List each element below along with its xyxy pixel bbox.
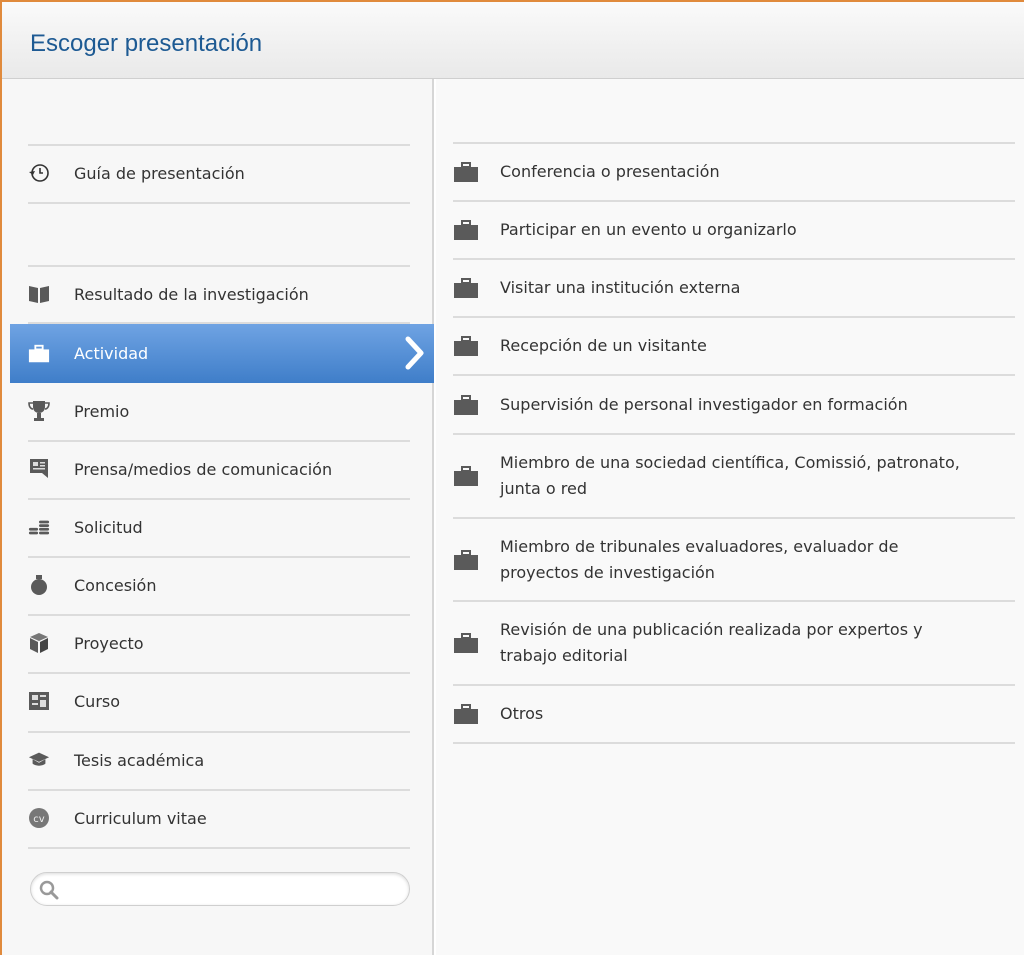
left-item-label: Curriculum vitae [74,808,207,828]
right-item-label: Miembro de una sociedad científica, Comi… [500,453,960,498]
briefcase-icon [453,335,479,357]
left-item-prensa[interactable]: Prensa/medios de comunicación [10,441,432,497]
briefcase-icon [453,394,479,416]
course-icon [28,690,50,712]
cube-icon [28,632,50,654]
book-icon [28,283,50,305]
right-item-label: Otros [500,704,544,723]
divider [28,202,410,204]
coins-icon [28,516,50,538]
right-item-supervision[interactable]: Supervisión de personal investigador en … [453,376,1015,435]
guide-item[interactable]: Guía de presentación [10,145,432,201]
right-item-tribunales[interactable]: Miembro de tribunales evaluadores, evalu… [453,519,1015,602]
svg-text:cv: cv [33,814,44,825]
right-item-evento[interactable]: Participar en un evento u organizarlo [453,202,1015,260]
left-item-label: Actividad [74,344,149,363]
search-input[interactable] [65,877,399,903]
cv-icon: cv [28,807,50,829]
money-bag-icon [28,574,50,596]
press-icon [28,458,50,480]
right-item-conferencia[interactable]: Conferencia o presentación [453,144,1015,202]
left-item-label: Curso [74,691,121,711]
left-item-concesion[interactable]: Concesión [10,557,432,613]
dialog-title: Escoger presentación [30,30,263,57]
chevron-right-icon [404,336,426,374]
trophy-icon [28,400,50,422]
graduation-cap-icon [28,749,50,771]
left-item-label: Solicitud [74,517,143,537]
left-item-curriculum[interactable]: cv Curriculum vitae [10,790,432,846]
left-item-proyecto[interactable]: Proyecto [10,615,432,671]
briefcase-icon [453,219,479,241]
briefcase-icon [453,161,479,183]
dialog-header: Escoger presentación [2,2,1024,79]
right-item-label: Miembro de tribunales evaluadores, evalu… [500,536,899,582]
left-item-curso[interactable]: Curso [10,673,432,729]
briefcase-icon [453,632,479,654]
briefcase-icon [453,549,479,571]
left-item-solicitud[interactable]: Solicitud [10,499,432,555]
divider [28,847,410,849]
briefcase-icon [453,465,479,487]
briefcase-icon [453,703,479,725]
right-item-revision[interactable]: Revisión de una publicación realizada po… [453,602,1015,686]
right-item-sociedad[interactable]: Miembro de una sociedad científica, Comi… [453,435,1015,519]
right-item-label: Visitar una institución externa [500,278,741,297]
left-item-label: Prensa/medios de comunicación [74,459,333,479]
history-icon [28,162,50,184]
right-item-otros[interactable]: Otros [453,686,1015,744]
right-item-visitar[interactable]: Visitar una institución externa [453,260,1015,318]
left-item-label: Premio [74,401,130,421]
right-item-recepcion[interactable]: Recepción de un visitante [453,318,1015,376]
right-item-label: Recepción de un visitante [500,336,707,355]
left-item-resultado[interactable]: Resultado de la investigación [10,266,432,322]
right-item-label: Participar en un evento u organizarlo [500,220,797,239]
right-item-label: Conferencia o presentación [500,162,720,181]
left-item-actividad[interactable]: Actividad [10,324,434,383]
left-item-label: Concesión [74,575,157,595]
search-box[interactable] [30,872,410,906]
right-item-label: Revisión de una publicación realizada po… [500,620,923,665]
left-item-label: Tesis académica [74,750,205,770]
left-item-premio[interactable]: Premio [10,383,432,439]
guide-label: Guía de presentación [74,163,245,183]
left-item-label: Resultado de la investigación [74,284,309,304]
briefcase-icon [453,277,479,299]
left-item-label: Proyecto [74,633,144,653]
right-item-label: Supervisión de personal investigador en … [500,394,908,414]
briefcase-icon [28,343,50,365]
search-icon [39,880,59,904]
left-item-tesis[interactable]: Tesis académica [10,732,432,788]
